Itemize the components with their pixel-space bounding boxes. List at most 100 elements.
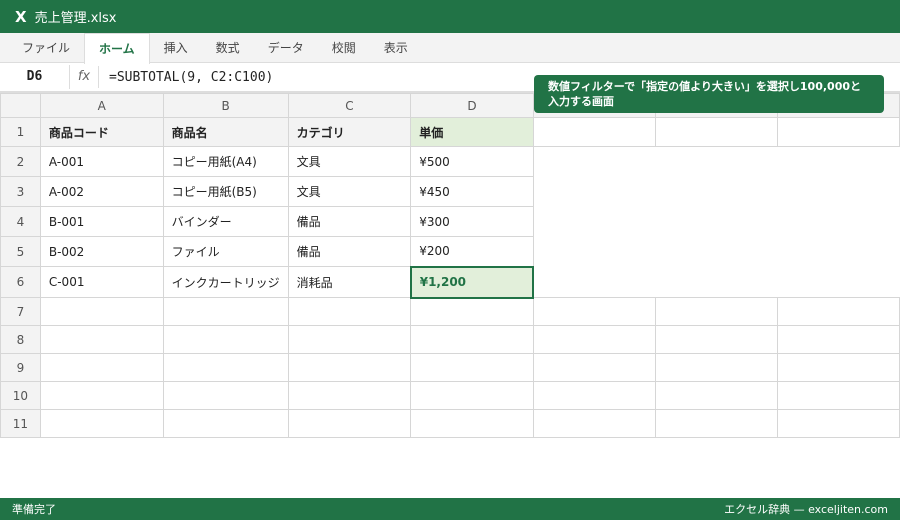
cell[interactable]: B-001	[39, 206, 164, 237]
cell[interactable]	[162, 325, 289, 354]
cell[interactable]	[39, 353, 164, 382]
cell[interactable]	[39, 297, 164, 326]
row-header[interactable]: 11	[0, 409, 41, 438]
cell[interactable]	[39, 381, 164, 410]
cell[interactable]: コピー用紙(A4)	[162, 146, 289, 177]
excel-logo-icon: X	[15, 7, 27, 26]
title-bar: X 売上管理.xlsx	[0, 0, 900, 33]
annotation-callout: 数値フィルターで「指定の値より大きい」を選択し100,000と入力する画面	[534, 75, 884, 113]
cell[interactable]	[410, 353, 534, 382]
status-bar: 準備完了 エクセル辞典 — exceljiten.com	[0, 498, 900, 520]
cell[interactable]: 消耗品	[287, 266, 412, 298]
header-cell[interactable]: 商品コード	[39, 117, 164, 147]
column-header[interactable]: C	[287, 93, 412, 118]
row-header[interactable]: 10	[0, 381, 41, 410]
cell[interactable]: ファイル	[162, 236, 289, 267]
cell[interactable]: 備品	[287, 206, 412, 237]
cell[interactable]	[410, 381, 534, 410]
cell[interactable]: ¥300	[410, 206, 534, 237]
cell[interactable]	[532, 353, 657, 382]
cell[interactable]	[776, 325, 900, 354]
row-header[interactable]: 8	[0, 325, 41, 354]
cell[interactable]	[655, 297, 778, 326]
cell[interactable]	[655, 325, 778, 354]
tab-3[interactable]: 数式	[202, 33, 254, 62]
row-header[interactable]: 7	[0, 297, 41, 326]
row-header[interactable]: 4	[0, 206, 41, 237]
row-header[interactable]: 3	[0, 176, 41, 207]
cell[interactable]	[410, 409, 534, 438]
header-cell[interactable]: 単価	[410, 117, 534, 147]
cell[interactable]: A-001	[39, 146, 164, 177]
formula-input[interactable]: =SUBTOTAL(9, C2:C100)	[99, 70, 273, 85]
cell[interactable]	[410, 325, 534, 354]
header-cell[interactable]: 商品名	[162, 117, 289, 147]
cell[interactable]: 文具	[287, 146, 412, 177]
cell[interactable]	[410, 297, 534, 326]
status-text: 準備完了	[12, 503, 56, 516]
tab-0[interactable]: ファイル	[8, 33, 84, 62]
cell[interactable]	[776, 409, 900, 438]
cell[interactable]	[655, 409, 778, 438]
cell[interactable]: C-001	[39, 266, 164, 298]
row-header[interactable]: 2	[0, 146, 41, 177]
tab-5[interactable]: 校閲	[318, 33, 370, 62]
cell[interactable]	[655, 353, 778, 382]
select-all-corner[interactable]	[0, 93, 41, 118]
site-credit: エクセル辞典 — exceljiten.com	[724, 503, 888, 516]
cell[interactable]: ¥200	[410, 236, 534, 267]
cell[interactable]: ¥500	[410, 146, 534, 177]
name-box[interactable]: D6	[0, 65, 70, 89]
cell[interactable]: コピー用紙(B5)	[162, 176, 289, 207]
window-title: 売上管理.xlsx	[34, 11, 117, 26]
column-header[interactable]: A	[39, 93, 164, 118]
row-header[interactable]: 5	[0, 236, 41, 267]
cell[interactable]	[287, 381, 412, 410]
cell[interactable]: A-002	[39, 176, 164, 207]
cell[interactable]	[655, 117, 778, 147]
cell[interactable]	[532, 117, 657, 147]
cell[interactable]	[287, 325, 412, 354]
tab-2[interactable]: 挿入	[150, 33, 202, 62]
column-header[interactable]: D	[410, 93, 534, 118]
row-header[interactable]: 1	[0, 117, 41, 147]
cell[interactable]	[776, 353, 900, 382]
cell[interactable]	[162, 297, 289, 326]
cell[interactable]: 備品	[287, 236, 412, 267]
cell[interactable]: 文具	[287, 176, 412, 207]
tab-6[interactable]: 表示	[370, 33, 422, 62]
empty-area	[533, 177, 899, 207]
cell[interactable]: ¥450	[410, 176, 534, 207]
cell[interactable]	[776, 297, 900, 326]
cell[interactable]	[39, 325, 164, 354]
cell[interactable]	[287, 409, 412, 438]
cell[interactable]	[162, 409, 289, 438]
cell[interactable]	[162, 353, 289, 382]
header-cell[interactable]: カテゴリ	[287, 117, 412, 147]
cell[interactable]: B-002	[39, 236, 164, 267]
cell[interactable]	[655, 381, 778, 410]
cell[interactable]: バインダー	[162, 206, 289, 237]
selected-cell[interactable]: ¥1,200	[409, 265, 535, 299]
row-header[interactable]: 6	[0, 266, 41, 298]
cell[interactable]	[162, 381, 289, 410]
empty-area	[533, 207, 899, 237]
cell[interactable]: インクカートリッジ	[162, 266, 289, 298]
empty-area	[533, 237, 899, 267]
cell[interactable]	[776, 381, 900, 410]
fx-icon[interactable]: fx	[70, 66, 99, 88]
cell[interactable]	[39, 409, 164, 438]
row-header[interactable]: 9	[0, 353, 41, 382]
tab-1[interactable]: ホーム	[84, 33, 150, 64]
cell[interactable]	[287, 353, 412, 382]
cell[interactable]	[532, 297, 657, 326]
cell[interactable]	[776, 117, 900, 147]
cell[interactable]	[287, 297, 412, 326]
cell[interactable]	[532, 409, 657, 438]
cell[interactable]	[532, 325, 657, 354]
tab-4[interactable]: データ	[254, 33, 318, 62]
ribbon-tabs: ファイル ホーム 挿入 数式 データ 校閲 表示	[0, 33, 900, 64]
column-header[interactable]: B	[162, 93, 289, 118]
spreadsheet-grid: ABCDEFG1商品コード商品名カテゴリ単価2A-001コピー用紙(A4)文具¥…	[0, 93, 900, 438]
cell[interactable]	[532, 381, 657, 410]
